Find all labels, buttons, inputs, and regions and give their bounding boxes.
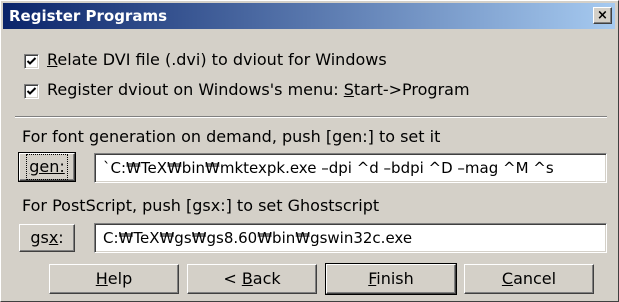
- checkmark-icon: [26, 87, 37, 95]
- gsx-description: For PostScript, push [gsx:] to set Ghost…: [22, 196, 380, 215]
- relate-dvi-checkbox[interactable]: [24, 54, 39, 69]
- relate-dvi-mnemonic: R: [47, 50, 58, 69]
- gsx-button-suffix: :: [58, 228, 64, 247]
- window-title: Register Programs: [9, 7, 168, 25]
- back-mnemonic: B: [241, 269, 253, 288]
- close-icon: ×: [597, 8, 608, 23]
- cancel-label: ancel: [513, 269, 557, 288]
- cancel-button[interactable]: Cancel: [464, 264, 594, 294]
- separator: [15, 116, 607, 118]
- back-button[interactable]: < Back: [187, 264, 317, 294]
- gen-button[interactable]: gen:: [18, 152, 76, 182]
- gsx-button-prefix: gs: [30, 228, 49, 247]
- register-menu-text: Register dviout on Windows's menu:: [47, 80, 344, 99]
- register-menu-label[interactable]: Register dviout on Windows's menu: Start…: [47, 80, 470, 99]
- gen-button-label: gen:: [26, 154, 68, 180]
- relate-dvi-label[interactable]: Relate DVI file (.dvi) to dviout for Win…: [47, 50, 387, 69]
- title-bar[interactable]: Register Programs ×: [3, 3, 615, 29]
- help-label: elp: [107, 269, 133, 288]
- gsx-button[interactable]: gsx:: [19, 224, 75, 252]
- finish-button[interactable]: Finish: [325, 263, 457, 295]
- register-programs-dialog: Register Programs × Relate DVI file (.dv…: [0, 0, 619, 302]
- gsx-button-mnemonic: x: [48, 228, 59, 247]
- finish-label: inish: [376, 269, 414, 288]
- register-menu-checkbox[interactable]: [24, 84, 39, 99]
- relate-dvi-text: elate DVI file (.dvi) to dviout for Wind…: [57, 50, 387, 69]
- back-label: ack: [252, 269, 281, 288]
- help-mnemonic: H: [95, 269, 108, 288]
- checkmark-icon: [26, 57, 37, 65]
- close-button[interactable]: ×: [593, 7, 612, 24]
- back-prefix: <: [223, 269, 242, 288]
- cancel-mnemonic: C: [501, 269, 514, 288]
- register-menu-mnemonic: S: [343, 80, 354, 99]
- register-menu-text-rest: tart->Program: [353, 80, 470, 99]
- gsx-path-field[interactable]: C:₩TeX₩gs₩gs8.60₩bin₩gswin32c.exe: [94, 223, 607, 253]
- help-button[interactable]: Help: [49, 264, 179, 294]
- gen-command-field[interactable]: `C:₩TeX₩bin₩mktexpk.exe –dpi ^d –bdpi ^D…: [94, 153, 607, 183]
- gen-description: For font generation on demand, push [gen…: [22, 127, 441, 146]
